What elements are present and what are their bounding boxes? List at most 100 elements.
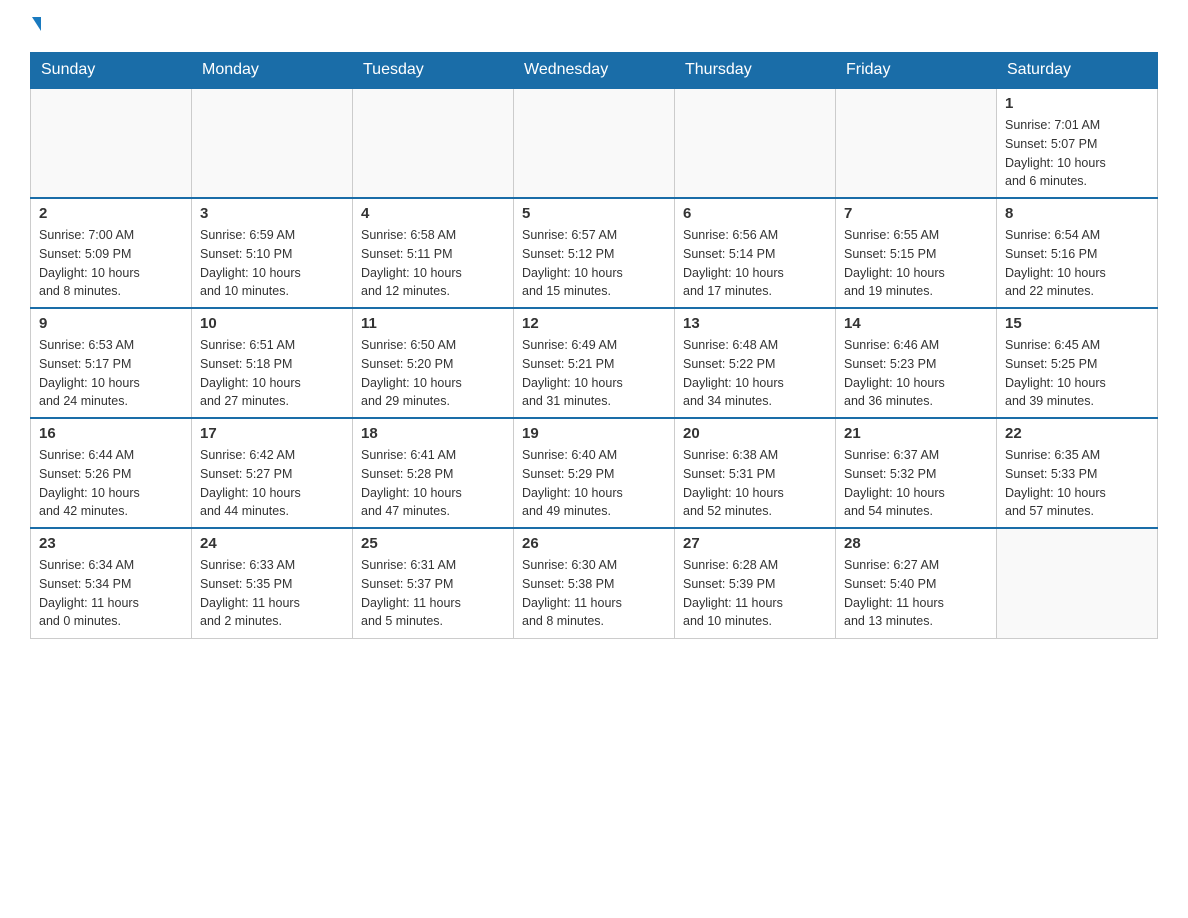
calendar-day-cell: 14Sunrise: 6:46 AM Sunset: 5:23 PM Dayli…: [836, 308, 997, 418]
calendar-day-cell: 5 Sunrise: 6:57 AM Sunset: 5:12 PM Daylig…: [514, 198, 675, 308]
day-info: Sunrise: 6:42 AM Sunset: 5:27 PM Dayligh…: [200, 446, 344, 521]
day-info: Sunrise: 6:38 AM Sunset: 5:31 PM Dayligh…: [683, 446, 827, 521]
day-number: 27: [683, 535, 827, 552]
calendar-day-cell: 2Sunrise: 7:00 AM Sunset: 5:09 PM Daylig…: [31, 198, 192, 308]
day-number: 21: [844, 425, 988, 442]
weekday-header-friday: Friday: [836, 53, 997, 89]
calendar-day-cell: 23 Sunrise: 6:34 AM Sunset: 5:34 PM Dayli…: [31, 528, 192, 638]
day-number: 24: [200, 535, 344, 552]
day-info: Sunrise: 6:33 AM Sunset: 5:35 PM Dayligh…: [200, 556, 344, 631]
day-number: 1: [1005, 95, 1149, 112]
page-header: [30, 20, 1158, 34]
day-number: 20: [683, 425, 827, 442]
day-info: Sunrise: 6:56 AM Sunset: 5:14 PM Dayligh…: [683, 226, 827, 301]
day-info: Sunrise: 6:31 AM Sunset: 5:37 PM Dayligh…: [361, 556, 505, 631]
day-info: Sunrise: 6:45 AM Sunset: 5:25 PM Dayligh…: [1005, 336, 1149, 411]
calendar-day-cell: 13 Sunrise: 6:48 AM Sunset: 5:22 PM Dayli…: [675, 308, 836, 418]
day-info: Sunrise: 6:41 AM Sunset: 5:28 PM Dayligh…: [361, 446, 505, 521]
day-info: Sunrise: 6:27 AM Sunset: 5:40 PM Dayligh…: [844, 556, 988, 631]
calendar-day-cell: [353, 88, 514, 198]
calendar-day-cell: [192, 88, 353, 198]
calendar-week-row: 23 Sunrise: 6:34 AM Sunset: 5:34 PM Dayli…: [31, 528, 1158, 638]
calendar-day-cell: 20 Sunrise: 6:38 AM Sunset: 5:31 PM Dayli…: [675, 418, 836, 528]
calendar-week-row: 9 Sunrise: 6:53 AM Sunset: 5:17 PM Daylig…: [31, 308, 1158, 418]
day-number: 10: [200, 315, 344, 332]
calendar-day-cell: 3 Sunrise: 6:59 AM Sunset: 5:10 PM Daylig…: [192, 198, 353, 308]
calendar-table: SundayMondayTuesdayWednesdayThursdayFrid…: [30, 52, 1158, 639]
day-info: Sunrise: 6:37 AM Sunset: 5:32 PM Dayligh…: [844, 446, 988, 521]
day-number: 8: [1005, 205, 1149, 222]
day-info: Sunrise: 6:30 AM Sunset: 5:38 PM Dayligh…: [522, 556, 666, 631]
calendar-day-cell: 1 Sunrise: 7:01 AM Sunset: 5:07 PM Daylig…: [997, 88, 1158, 198]
calendar-week-row: 16 Sunrise: 6:44 AM Sunset: 5:26 PM Dayli…: [31, 418, 1158, 528]
day-info: Sunrise: 6:57 AM Sunset: 5:12 PM Dayligh…: [522, 226, 666, 301]
day-number: 3: [200, 205, 344, 222]
day-number: 28: [844, 535, 988, 552]
calendar-day-cell: 19Sunrise: 6:40 AM Sunset: 5:29 PM Dayli…: [514, 418, 675, 528]
calendar-day-cell: 7Sunrise: 6:55 AM Sunset: 5:15 PM Daylig…: [836, 198, 997, 308]
day-number: 18: [361, 425, 505, 442]
weekday-header-wednesday: Wednesday: [514, 53, 675, 89]
weekday-header-row: SundayMondayTuesdayWednesdayThursdayFrid…: [31, 53, 1158, 89]
calendar-day-cell: [31, 88, 192, 198]
calendar-day-cell: 16 Sunrise: 6:44 AM Sunset: 5:26 PM Dayli…: [31, 418, 192, 528]
day-info: Sunrise: 6:34 AM Sunset: 5:34 PM Dayligh…: [39, 556, 183, 631]
calendar-week-row: 2Sunrise: 7:00 AM Sunset: 5:09 PM Daylig…: [31, 198, 1158, 308]
day-info: Sunrise: 7:01 AM Sunset: 5:07 PM Dayligh…: [1005, 116, 1149, 191]
day-number: 4: [361, 205, 505, 222]
calendar-day-cell: 11Sunrise: 6:50 AM Sunset: 5:20 PM Dayli…: [353, 308, 514, 418]
day-info: Sunrise: 6:46 AM Sunset: 5:23 PM Dayligh…: [844, 336, 988, 411]
day-info: Sunrise: 6:28 AM Sunset: 5:39 PM Dayligh…: [683, 556, 827, 631]
day-info: Sunrise: 6:35 AM Sunset: 5:33 PM Dayligh…: [1005, 446, 1149, 521]
calendar-day-cell: 12 Sunrise: 6:49 AM Sunset: 5:21 PM Dayli…: [514, 308, 675, 418]
day-number: 26: [522, 535, 666, 552]
weekday-header-saturday: Saturday: [997, 53, 1158, 89]
calendar-day-cell: 25 Sunrise: 6:31 AM Sunset: 5:37 PM Dayli…: [353, 528, 514, 638]
day-number: 19: [522, 425, 666, 442]
day-number: 6: [683, 205, 827, 222]
calendar-day-cell: 17 Sunrise: 6:42 AM Sunset: 5:27 PM Dayli…: [192, 418, 353, 528]
calendar-day-cell: 21 Sunrise: 6:37 AM Sunset: 5:32 PM Dayli…: [836, 418, 997, 528]
day-number: 5: [522, 205, 666, 222]
day-info: Sunrise: 6:49 AM Sunset: 5:21 PM Dayligh…: [522, 336, 666, 411]
calendar-day-cell: 26 Sunrise: 6:30 AM Sunset: 5:38 PM Dayli…: [514, 528, 675, 638]
day-info: Sunrise: 7:00 AM Sunset: 5:09 PM Dayligh…: [39, 226, 183, 301]
calendar-day-cell: 8Sunrise: 6:54 AM Sunset: 5:16 PM Daylig…: [997, 198, 1158, 308]
day-number: 15: [1005, 315, 1149, 332]
day-number: 22: [1005, 425, 1149, 442]
day-number: 23: [39, 535, 183, 552]
day-info: Sunrise: 6:59 AM Sunset: 5:10 PM Dayligh…: [200, 226, 344, 301]
calendar-header: SundayMondayTuesdayWednesdayThursdayFrid…: [31, 53, 1158, 89]
calendar-day-cell: [997, 528, 1158, 638]
day-number: 13: [683, 315, 827, 332]
calendar-day-cell: 4Sunrise: 6:58 AM Sunset: 5:11 PM Daylig…: [353, 198, 514, 308]
day-info: Sunrise: 6:51 AM Sunset: 5:18 PM Dayligh…: [200, 336, 344, 411]
day-number: 17: [200, 425, 344, 442]
day-number: 9: [39, 315, 183, 332]
weekday-header-monday: Monday: [192, 53, 353, 89]
day-number: 25: [361, 535, 505, 552]
day-info: Sunrise: 6:48 AM Sunset: 5:22 PM Dayligh…: [683, 336, 827, 411]
calendar-day-cell: 22 Sunrise: 6:35 AM Sunset: 5:33 PM Dayli…: [997, 418, 1158, 528]
calendar-day-cell: 27 Sunrise: 6:28 AM Sunset: 5:39 PM Dayli…: [675, 528, 836, 638]
day-number: 7: [844, 205, 988, 222]
calendar-day-cell: [836, 88, 997, 198]
calendar-day-cell: [675, 88, 836, 198]
calendar-day-cell: 9 Sunrise: 6:53 AM Sunset: 5:17 PM Daylig…: [31, 308, 192, 418]
day-number: 16: [39, 425, 183, 442]
logo-triangle-icon: [32, 17, 41, 31]
logo: [30, 20, 41, 34]
calendar-day-cell: [514, 88, 675, 198]
weekday-header-thursday: Thursday: [675, 53, 836, 89]
day-info: Sunrise: 6:53 AM Sunset: 5:17 PM Dayligh…: [39, 336, 183, 411]
weekday-header-sunday: Sunday: [31, 53, 192, 89]
calendar-body: 1 Sunrise: 7:01 AM Sunset: 5:07 PM Daylig…: [31, 88, 1158, 638]
calendar-day-cell: 24 Sunrise: 6:33 AM Sunset: 5:35 PM Dayli…: [192, 528, 353, 638]
calendar-day-cell: 15 Sunrise: 6:45 AM Sunset: 5:25 PM Dayli…: [997, 308, 1158, 418]
weekday-header-tuesday: Tuesday: [353, 53, 514, 89]
day-number: 11: [361, 315, 505, 332]
day-info: Sunrise: 6:44 AM Sunset: 5:26 PM Dayligh…: [39, 446, 183, 521]
calendar-day-cell: 18 Sunrise: 6:41 AM Sunset: 5:28 PM Dayli…: [353, 418, 514, 528]
calendar-day-cell: 6 Sunrise: 6:56 AM Sunset: 5:14 PM Daylig…: [675, 198, 836, 308]
day-number: 12: [522, 315, 666, 332]
